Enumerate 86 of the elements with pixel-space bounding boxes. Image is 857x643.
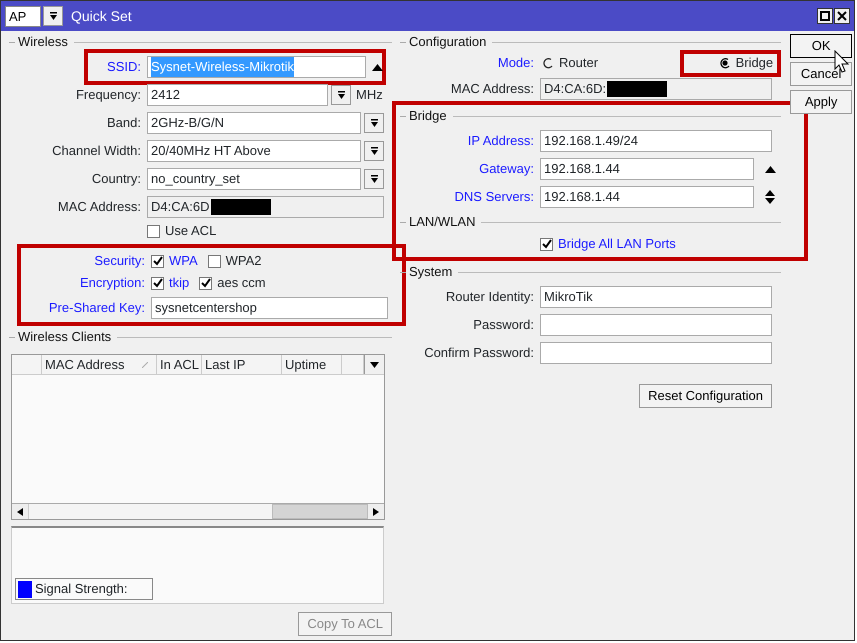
dialog-button[interactable]: OK xyxy=(790,34,852,58)
field-label: MAC Address: xyxy=(450,80,535,98)
mode-select[interactable]: AP xyxy=(5,6,41,26)
checkbox[interactable] xyxy=(147,224,160,238)
field-label: Gateway: xyxy=(478,160,535,178)
up-down-arrows-icon[interactable] xyxy=(765,190,775,204)
section-heading: Bridge xyxy=(409,107,447,126)
dropdown-button[interactable] xyxy=(364,169,384,189)
field-label: Password: xyxy=(472,316,535,334)
column-menu-button[interactable] xyxy=(364,355,384,374)
section-heading: LAN/WLAN xyxy=(409,213,476,232)
checkbox-label: Bridge All LAN Ports xyxy=(558,235,676,254)
dialog-button[interactable]: Apply xyxy=(790,90,852,114)
input-field[interactable]: sysnetcentershop xyxy=(151,297,388,319)
dropdown-arrow-icon xyxy=(370,174,378,184)
section-heading: System xyxy=(409,263,452,282)
dropdown-field[interactable]: 2GHz-B/G/N xyxy=(147,112,361,134)
field-label: Confirm Password: xyxy=(423,344,535,362)
unit-label: MHz xyxy=(356,86,383,104)
dropdown-field[interactable]: 2412 xyxy=(147,84,328,106)
dropdown-arrow-icon xyxy=(370,362,379,368)
field-label: SSID: xyxy=(106,58,142,76)
input-field[interactable] xyxy=(540,314,772,336)
section-heading: Wireless xyxy=(18,33,68,52)
radio-label: Router xyxy=(559,54,598,72)
field-label: Router Identity: xyxy=(444,288,535,306)
checkbox[interactable] xyxy=(540,238,553,250)
field-label: Frequency: xyxy=(74,86,142,104)
dropdown-button[interactable] xyxy=(364,141,384,161)
checkbox-label: WPA2 xyxy=(226,252,262,270)
close-icon xyxy=(837,11,847,21)
input-field: D4:CA:6D: xyxy=(540,78,772,100)
input-field[interactable]: MikroTik xyxy=(540,286,772,308)
checkbox-label: tkip xyxy=(169,274,190,292)
legend-label: Signal Strength: xyxy=(35,580,128,598)
radio-button[interactable] xyxy=(542,57,554,69)
up-arrow-icon[interactable] xyxy=(372,64,383,70)
field-label: DNS Servers: xyxy=(454,188,535,206)
up-arrow-icon[interactable] xyxy=(764,166,776,172)
dropdown-button[interactable] xyxy=(43,6,63,26)
column-header[interactable]: Last IP xyxy=(202,355,282,374)
section-heading: Wireless Clients xyxy=(18,328,112,346)
column-header[interactable]: MAC Address xyxy=(42,355,157,374)
dropdown-button[interactable] xyxy=(331,85,351,105)
checkbox[interactable] xyxy=(208,254,221,268)
field-label: Country: xyxy=(90,170,142,188)
close-button[interactable] xyxy=(834,8,850,24)
dropdown-arrow-icon xyxy=(48,12,58,20)
field-label: Band: xyxy=(106,114,142,132)
input-field[interactable]: 192.168.1.44 xyxy=(540,186,754,208)
checkbox-label: Use ACL xyxy=(165,222,216,240)
reset-configuration-button[interactable]: Reset Configuration xyxy=(639,384,772,408)
field-label: Encryption: xyxy=(78,274,146,292)
section-heading: Configuration xyxy=(409,33,486,52)
input-field: D4:CA:6D xyxy=(147,196,384,218)
scrollbar-thumb[interactable] xyxy=(272,504,368,519)
maximize-button[interactable] xyxy=(817,8,833,24)
dropdown-field[interactable]: no_country_set xyxy=(147,168,361,190)
checkbox-label: aes ccm xyxy=(217,274,266,292)
column-header[interactable]: In ACL xyxy=(157,355,202,374)
field-label: Mode: xyxy=(496,54,535,72)
column-header[interactable]: Uptime xyxy=(282,355,342,374)
dialog-button[interactable]: Cancel xyxy=(790,62,852,86)
field-label: Security: xyxy=(93,252,146,270)
radio-label: Bridge xyxy=(736,54,774,72)
dropdown-arrow-icon xyxy=(370,118,378,128)
field-label: IP Address: xyxy=(466,132,535,150)
field-label: Channel Width: xyxy=(51,142,142,160)
maximize-icon xyxy=(820,11,830,21)
input-field[interactable]: 192.168.1.44 xyxy=(540,158,754,180)
radio-button[interactable] xyxy=(718,57,731,69)
field-label: Pre-Shared Key: xyxy=(48,299,146,318)
input-field[interactable] xyxy=(540,342,772,364)
horizontal-scrollbar[interactable] xyxy=(12,503,384,519)
checkbox[interactable] xyxy=(199,276,212,290)
dropdown-field[interactable]: 20/40MHz HT Above xyxy=(147,140,361,162)
input-field[interactable]: 192.168.1.49/24 xyxy=(540,130,772,152)
dropdown-arrow-icon xyxy=(370,146,378,156)
sort-indicator-icon xyxy=(142,362,148,368)
field-label: MAC Address: xyxy=(56,198,142,216)
checkbox[interactable] xyxy=(151,276,164,290)
checkbox[interactable] xyxy=(151,254,164,268)
dropdown-button[interactable] xyxy=(364,113,384,133)
dropdown-arrow-icon xyxy=(336,90,346,100)
checkbox-label: WPA xyxy=(169,252,198,270)
window-title: Quick Set xyxy=(71,6,132,26)
